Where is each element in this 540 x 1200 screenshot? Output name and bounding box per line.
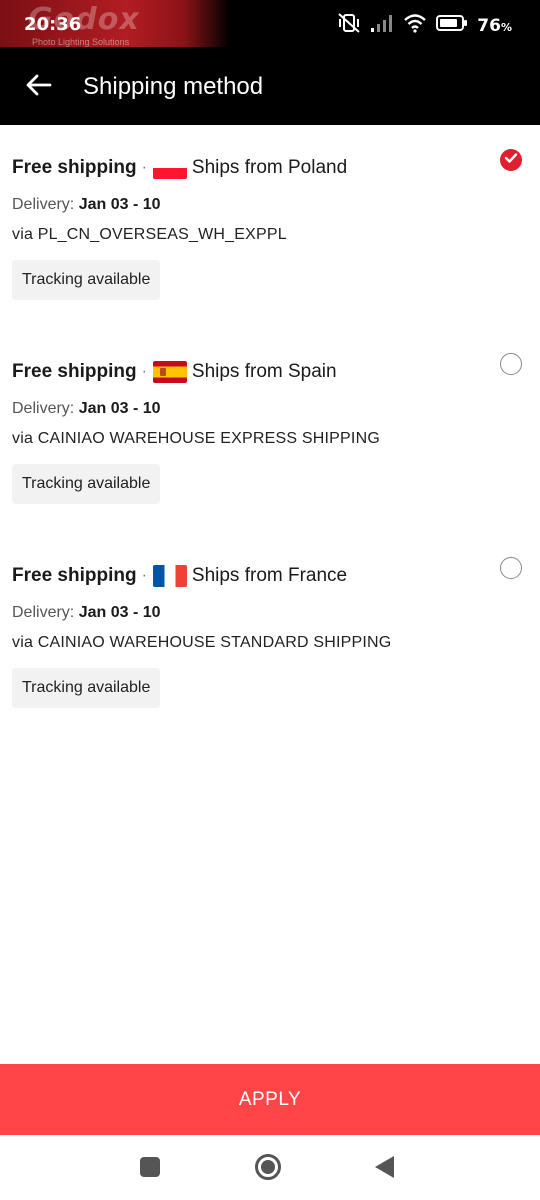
page-title: Shipping method (83, 73, 264, 100)
delivery-info: Delivery: Jan 03 - 10 (12, 400, 161, 418)
apply-button[interactable]: APPLY (0, 1064, 540, 1135)
home-icon[interactable] (255, 1154, 281, 1180)
brand-tagline: Photo Lighting Solutions (32, 37, 130, 47)
shipping-option-poland[interactable]: Free shipping · Ships from Poland Delive… (0, 125, 540, 329)
france-flag-icon (152, 565, 187, 587)
separator: · (141, 159, 147, 176)
delivery-label: Delivery: (12, 196, 75, 213)
ships-from-label: Ships from France (191, 565, 348, 586)
status-bar: Godox Photo Lighting Solutions 20:36 76% (0, 0, 540, 47)
free-shipping-label: Free shipping (12, 157, 137, 178)
shipping-option-france[interactable]: Free shipping · Ships from France Delive… (0, 533, 540, 737)
spain-flag-icon (152, 361, 187, 383)
shipping-option-spain[interactable]: Free shipping · Ships from Spain Deliver… (0, 329, 540, 533)
status-icons: 76% (337, 12, 512, 39)
shipping-option-header: Free shipping · Ships from Spain (12, 361, 337, 383)
delivery-label: Delivery: (12, 400, 75, 417)
delivery-date: Jan 03 - 10 (78, 196, 161, 213)
delivery-info: Delivery: Jan 03 - 10 (12, 196, 161, 214)
system-nav-bar (0, 1135, 540, 1200)
top-app-bar: Shipping method (0, 47, 540, 125)
shipping-option-header: Free shipping · Ships from Poland (12, 157, 347, 179)
check-icon (504, 151, 518, 169)
back-triangle-icon[interactable] (375, 1156, 394, 1178)
radio-selected[interactable] (500, 149, 522, 171)
poland-flag-icon (152, 157, 187, 179)
vibrate-mute-icon (337, 12, 361, 39)
status-time: 20:36 (24, 14, 82, 35)
free-shipping-label: Free shipping (12, 565, 137, 586)
delivery-info: Delivery: Jan 03 - 10 (12, 604, 161, 622)
delivery-date: Jan 03 - 10 (78, 400, 161, 417)
ships-from-label: Ships from Spain (191, 361, 337, 382)
ships-from-label: Ships from Poland (191, 157, 348, 178)
recent-apps-icon[interactable] (140, 1157, 160, 1177)
separator: · (141, 363, 147, 380)
wifi-icon (403, 13, 427, 38)
tracking-badge: Tracking available (12, 668, 161, 708)
radio-unselected[interactable] (500, 557, 522, 579)
signal-icon (370, 13, 394, 38)
delivery-label: Delivery: (12, 604, 75, 621)
battery-icon (436, 14, 468, 37)
battery-level: 76% (477, 15, 512, 36)
tracking-badge: Tracking available (12, 464, 161, 504)
arrow-left-icon (24, 73, 52, 102)
carrier-label: via PL_CN_OVERSEAS_WH_EXPPL (12, 226, 287, 243)
free-shipping-label: Free shipping (12, 361, 137, 382)
carrier-label: via CAINIAO WAREHOUSE EXPRESS SHIPPING (12, 430, 380, 447)
back-button[interactable] (20, 69, 56, 105)
delivery-date: Jan 03 - 10 (78, 604, 161, 621)
shipping-option-header: Free shipping · Ships from France (12, 565, 347, 587)
separator: · (141, 567, 147, 584)
radio-unselected[interactable] (500, 353, 522, 375)
tracking-badge: Tracking available (12, 260, 161, 300)
shipping-options-list: Free shipping · Ships from Poland Delive… (0, 125, 540, 737)
carrier-label: via CAINIAO WAREHOUSE STANDARD SHIPPING (12, 634, 392, 651)
